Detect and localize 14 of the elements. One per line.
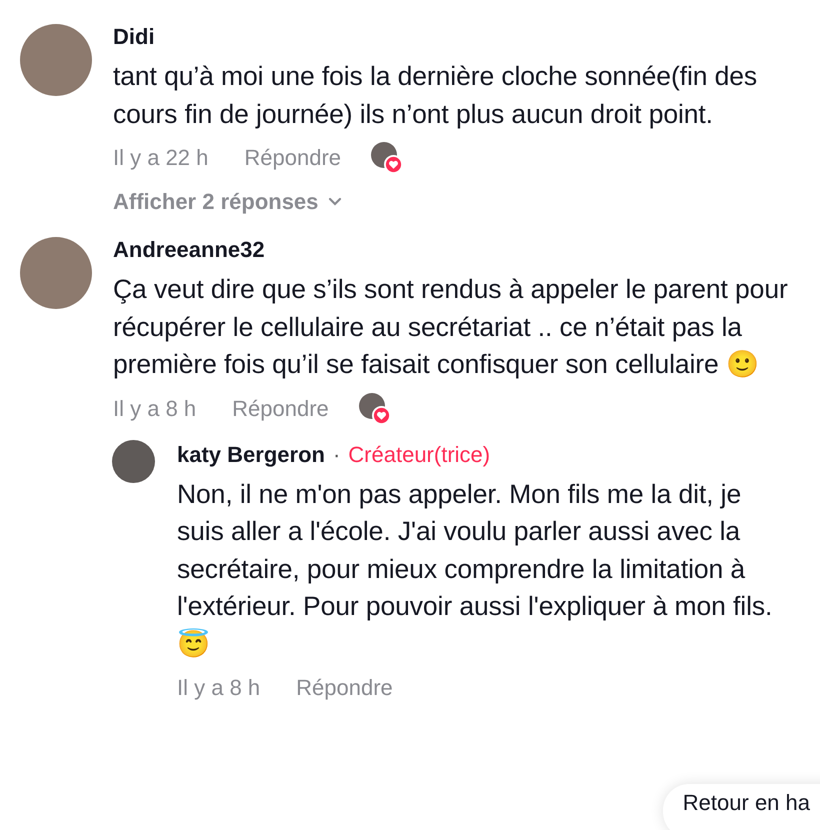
timestamp: Il y a 22 h: [113, 145, 208, 171]
back-to-top-button[interactable]: Retour en ha: [662, 784, 820, 830]
avatar-photo[interactable]: [112, 440, 155, 482]
creator-label: Créateur(trice): [348, 442, 490, 468]
timestamp: Il y a 8 h: [177, 675, 260, 701]
author-name[interactable]: katy Bergeron: [177, 442, 325, 468]
separator: ·: [332, 442, 340, 468]
timestamp: Il y a 8 h: [113, 396, 196, 422]
chevron-down-icon: [328, 197, 342, 207]
comment-text: Non, il ne m'on pas appeler. Mon fils me la dit, je suis aller a l'école. J'ai voulu parler aussi avec la secrétaire, pour mieux comprendre la limitation à l'extérieur. Pour pouvoir aussi l'expliquer à mon fils.😇: [177, 478, 774, 660]
comment-text: Ça veut dire que s’ils sont rendus à appeler le parent pour récupérer le cellulaire au secrétariat .. ce n’était pas la première fois qu’il se faisait confisquer son cellulaire 🙂: [113, 273, 789, 381]
comment-text: tant qu’à moi une fois la dernière cloche sonnée(fin des cours fin de journée) ils n’ont plus aucun droit point.: [113, 60, 758, 130]
author-name[interactable]: Didi: [113, 24, 155, 50]
author-name[interactable]: Andreeanne32: [113, 237, 265, 263]
